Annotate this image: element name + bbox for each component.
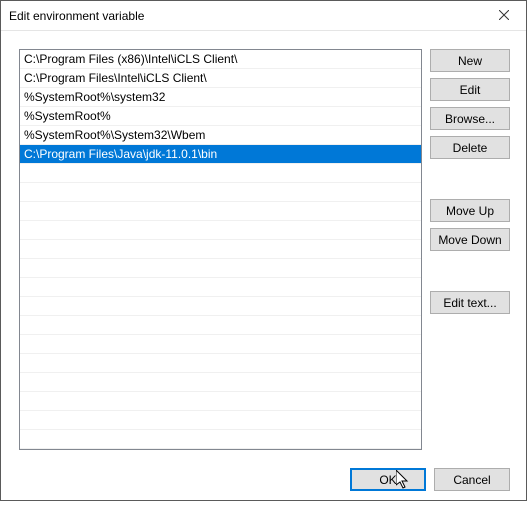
delete-button[interactable]: Delete (430, 136, 510, 159)
footer: OK Cancel (1, 458, 526, 507)
edit-text-button[interactable]: Edit text... (430, 291, 510, 314)
titlebar: Edit environment variable (1, 1, 526, 31)
new-button[interactable]: New (430, 49, 510, 72)
list-item-empty[interactable] (20, 354, 421, 373)
edit-button[interactable]: Edit (430, 78, 510, 101)
list-item[interactable]: %SystemRoot%\system32 (20, 88, 421, 107)
list-item[interactable]: C:\Program Files\Intel\iCLS Client\ (20, 69, 421, 88)
browse-button[interactable]: Browse... (430, 107, 510, 130)
list-item[interactable]: C:\Program Files\Java\jdk-11.0.1\bin (20, 145, 421, 164)
close-icon (499, 9, 509, 23)
cancel-button[interactable]: Cancel (434, 468, 510, 491)
list-item-empty[interactable] (20, 392, 421, 411)
list-item-empty[interactable] (20, 240, 421, 259)
list-item-empty[interactable] (20, 259, 421, 278)
side-buttons: New Edit Browse... Delete Move Up Move D… (430, 49, 510, 450)
list-item[interactable]: C:\Program Files (x86)\Intel\iCLS Client… (20, 50, 421, 69)
content-area: C:\Program Files (x86)\Intel\iCLS Client… (1, 31, 526, 458)
list-item-empty[interactable] (20, 202, 421, 221)
list-item-empty[interactable] (20, 183, 421, 202)
list-item-empty[interactable] (20, 430, 421, 449)
spacer (430, 257, 510, 285)
move-up-button[interactable]: Move Up (430, 199, 510, 222)
list-item-empty[interactable] (20, 278, 421, 297)
list-item-empty[interactable] (20, 411, 421, 430)
list-item-empty[interactable] (20, 373, 421, 392)
move-down-button[interactable]: Move Down (430, 228, 510, 251)
close-button[interactable] (481, 1, 526, 30)
window-title: Edit environment variable (9, 9, 481, 23)
path-list[interactable]: C:\Program Files (x86)\Intel\iCLS Client… (19, 49, 422, 450)
ok-button[interactable]: OK (350, 468, 426, 491)
list-item-empty[interactable] (20, 335, 421, 354)
list-item-empty[interactable] (20, 221, 421, 240)
spacer (430, 165, 510, 193)
list-item-empty[interactable] (20, 297, 421, 316)
list-item[interactable]: %SystemRoot% (20, 107, 421, 126)
list-item-empty[interactable] (20, 164, 421, 183)
list-item[interactable]: %SystemRoot%\System32\Wbem (20, 126, 421, 145)
list-item-empty[interactable] (20, 316, 421, 335)
